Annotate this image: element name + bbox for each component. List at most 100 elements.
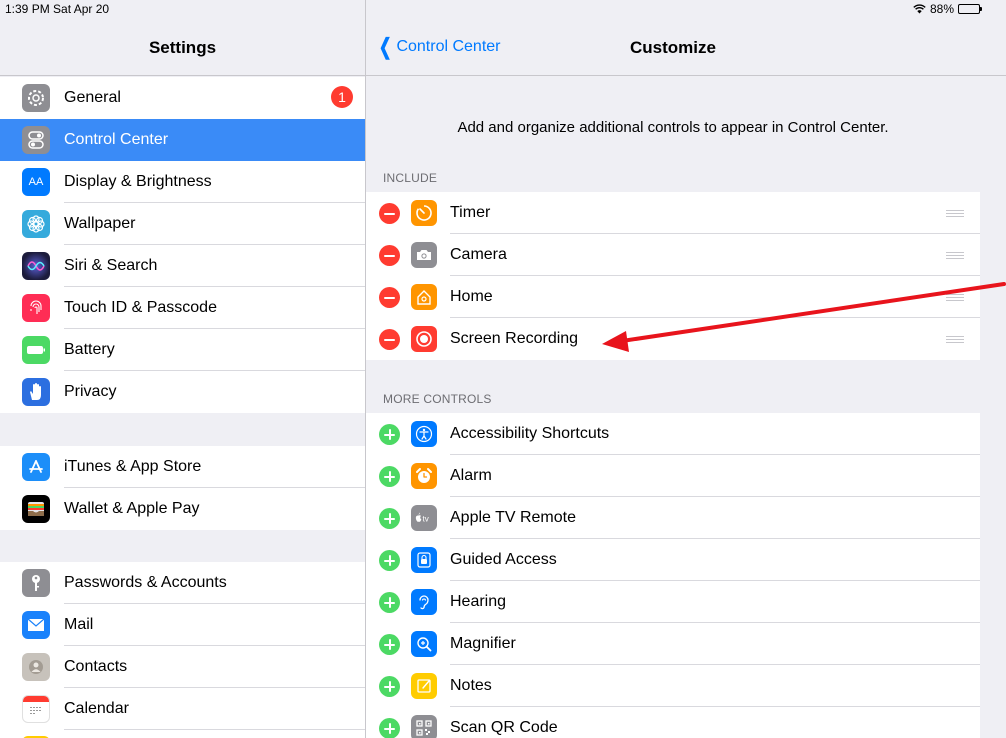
sidebar-divider [0,75,365,76]
remove-button[interactable] [379,329,400,350]
sidebar-item-siri-search[interactable]: Siri & Search [0,245,365,287]
sidebar-item-wallpaper[interactable]: Wallpaper [0,203,365,245]
more-item-hearing[interactable]: Hearing [366,581,980,623]
more-controls-list: Accessibility Shortcuts Alarm tv Apple T… [366,413,980,738]
sidebar-item-mail[interactable]: Mail [0,604,365,646]
sidebar-item-itunes-app-store[interactable]: iTunes & App Store [0,446,365,488]
customize-pane: 88% ❮ Control Center Customize Add and o… [366,0,1006,738]
sidebar-title: Settings [148,38,217,57]
remove-button[interactable] [379,203,400,224]
magnifier-icon [411,631,437,657]
sidebar-item-battery[interactable]: Battery [0,329,365,371]
plus-icon [384,681,395,692]
sidebar-item-label: Mail [64,616,94,633]
add-button[interactable] [379,634,400,655]
key-icon [22,569,50,597]
svg-text:tv: tv [423,515,429,524]
flower-icon [22,210,50,238]
add-button[interactable] [379,466,400,487]
sidebar-item-label: Display & Brightness [64,173,212,190]
control-label: Screen Recording [450,330,579,347]
sidebar-item-display-brightness[interactable]: AA Display & Brightness [0,161,365,203]
add-button[interactable] [379,676,400,697]
include-item-screen-recording[interactable]: Screen Recording [366,318,980,360]
minus-icon [384,254,395,257]
more-item-scan-qr-code[interactable]: Scan QR Code [366,707,980,738]
sidebar-item-label: Privacy [64,383,117,400]
minus-icon [384,296,395,299]
fingerprint-icon [22,294,50,322]
plus-icon [384,471,395,482]
remove-button[interactable] [379,245,400,266]
sidebar-item-general[interactable]: General 1 [0,77,365,119]
control-label: Scan QR Code [450,719,558,736]
sidebar-item-wallet-apple-pay[interactable]: Wallet & Apple Pay [0,488,365,530]
more-item-magnifier[interactable]: Magnifier [366,623,980,665]
minus-icon [384,338,395,341]
add-button[interactable] [379,508,400,529]
sidebar-item-contacts[interactable]: Contacts [0,646,365,688]
calendar-icon [22,695,50,723]
reorder-handle-icon[interactable] [946,252,964,261]
sidebar-item-touch-id-passcode[interactable]: Touch ID & Passcode [0,287,365,329]
control-label: Timer [450,204,491,221]
add-button[interactable] [379,592,400,613]
more-item-accessibility-shortcuts[interactable]: Accessibility Shortcuts [366,413,980,455]
plus-icon [384,723,395,734]
sidebar-item-label: Passwords & Accounts [64,574,227,591]
more-item-guided-access[interactable]: Guided Access [366,539,980,581]
envelope-icon [22,611,50,639]
reorder-handle-icon[interactable] [946,336,964,345]
add-button[interactable] [379,550,400,571]
more-item-apple-tv-remote[interactable]: tv Apple TV Remote [366,497,980,539]
plus-icon [384,513,395,524]
more-item-alarm[interactable]: Alarm [366,455,980,497]
alarm-icon [411,463,437,489]
section-header-more-controls: MORE CONTROLS [383,392,492,406]
sidebar-group-accounts: Passwords & Accounts Mail Contacts Calen… [0,562,365,738]
record-icon [411,326,437,352]
navbar-divider [366,75,1006,76]
minus-icon [384,212,395,215]
plus-icon [384,555,395,566]
sidebar-item-label: Battery [64,341,115,358]
settings-sidebar: 1:39 PM Sat Apr 20 Settings General 1 Co… [0,0,366,738]
reorder-handle-icon[interactable] [946,294,964,303]
control-label: Accessibility Shortcuts [450,425,610,442]
sidebar-item-label: General [64,89,121,106]
control-label: Alarm [450,467,492,484]
sidebar-item-privacy[interactable]: Privacy [0,371,365,413]
plus-icon [384,429,395,440]
add-button[interactable] [379,718,400,738]
control-label: Hearing [450,593,507,610]
status-time-date: 1:39 PM Sat Apr 20 [5,2,110,16]
control-label: Home [450,288,493,305]
sidebar-item-calendar[interactable]: Calendar [0,688,365,730]
contacts-icon [22,653,50,681]
sidebar-item-label: Touch ID & Passcode [64,299,217,316]
wallet-icon [22,495,50,523]
include-item-timer[interactable]: Timer [366,192,980,234]
sidebar-group-store: iTunes & App Store Wallet & Apple Pay [0,446,365,530]
switches-icon [22,126,50,154]
reorder-handle-icon[interactable] [946,210,964,219]
include-item-camera[interactable]: Camera [366,234,980,276]
sidebar-item-passwords-accounts[interactable]: Passwords & Accounts [0,562,365,604]
qr-code-icon [411,715,437,738]
sidebar-item-label: Wallet & Apple Pay [64,500,200,517]
control-label: Camera [450,246,507,263]
notification-badge: 1 [331,86,353,108]
more-item-notes[interactable]: Notes [366,665,980,707]
remove-button[interactable] [379,287,400,308]
control-label: Notes [450,677,492,694]
navigation-bar: ❮ Control Center Customize [366,0,1006,76]
sidebar-item-label: Calendar [64,700,129,717]
timer-icon [411,200,437,226]
section-header-include: INCLUDE [383,171,438,185]
include-item-home[interactable]: Home [366,276,980,318]
add-button[interactable] [379,424,400,445]
text-size-icon: AA [22,168,50,196]
app-store-icon [22,453,50,481]
sidebar-item-control-center[interactable]: Control Center [0,119,365,161]
sidebar-item-notes-partial[interactable] [0,730,365,738]
